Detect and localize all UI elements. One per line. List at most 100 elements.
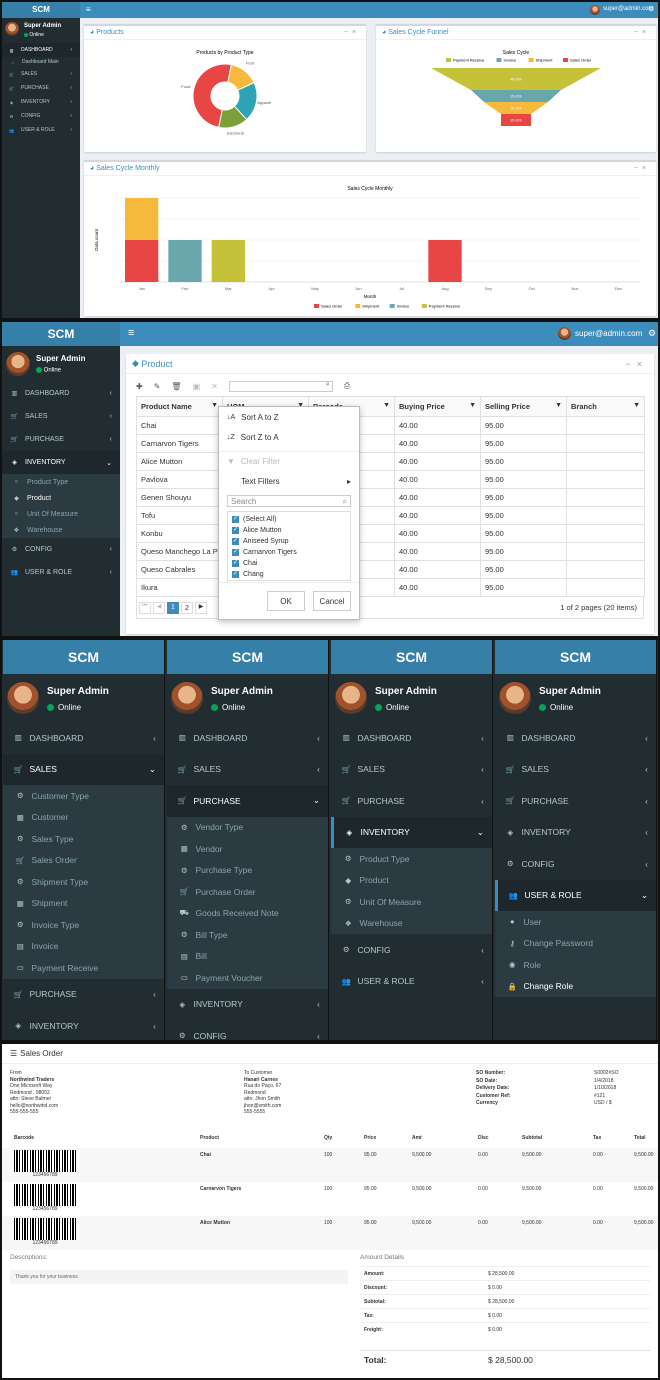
sidebar-item-user-role[interactable]: 👥 USER & ROLE ⌄: [495, 879, 656, 911]
sidebar-item-invoice[interactable]: ▤ Invoice: [3, 936, 164, 958]
table-cell[interactable]: 40.00: [394, 488, 481, 507]
table-cell[interactable]: 95.00: [480, 524, 567, 543]
table-cell[interactable]: Alice Mutton: [136, 452, 223, 471]
checkbox-checked-icon[interactable]: ✓: [232, 571, 239, 578]
sidebar-item-shipment-type[interactable]: ⚙ Shipment Type: [3, 871, 164, 893]
sidebar-item-product[interactable]: ◆ Product: [331, 870, 492, 892]
filter-icon[interactable]: ▼: [211, 402, 218, 409]
sidebar-item-dashboard[interactable]: ▥ DASHBOARD ‹: [495, 722, 656, 754]
checkbox-checked-icon[interactable]: ✓: [232, 538, 239, 545]
sidebar-item-config[interactable]: ⚙ CONFIG ‹: [331, 934, 492, 966]
text-filters-item[interactable]: Text Filters ▸: [219, 471, 359, 491]
table-cell[interactable]: 40.00: [394, 434, 481, 453]
filter-option[interactable]: ✓ Alice Mutton: [232, 525, 346, 536]
pager-next-button[interactable]: ▶: [195, 601, 207, 614]
pager-page-2[interactable]: 2: [181, 601, 193, 614]
sidebar-item-goods-received-note[interactable]: ⛟ Goods Received Note: [167, 903, 328, 925]
table-cell[interactable]: [566, 416, 645, 435]
filter-icon[interactable]: ▼: [469, 402, 476, 409]
sidebar-item-sales[interactable]: 🛒 SALES ‹: [495, 754, 656, 786]
table-cell[interactable]: Konbu: [136, 524, 223, 543]
filter-icon[interactable]: ▼: [383, 402, 390, 409]
table-cell[interactable]: [566, 434, 645, 453]
sidebar-item-dashboard[interactable]: ▥ DASHBOARD ‹: [331, 722, 492, 754]
sidebar-item-product-type[interactable]: ⚙ Product Type: [331, 848, 492, 870]
avatar[interactable]: [558, 327, 571, 340]
sidebar-item-purchase[interactable]: 🛒 PURCHASE ‹: [331, 785, 492, 817]
sidebar-item-payment-voucher[interactable]: ▭ Payment Voucher: [167, 967, 328, 989]
table-cell[interactable]: [566, 452, 645, 471]
table-cell[interactable]: Tofu: [136, 506, 223, 525]
top-user-email[interactable]: super@admin.com: [603, 6, 653, 12]
sidebar-item-inventory[interactable]: ◈ INVENTORY ⌄: [2, 451, 120, 474]
sort-z-a-item[interactable]: ↓Z Sort Z to A: [219, 427, 359, 447]
top-user-email[interactable]: super@admin.com: [575, 329, 642, 338]
sidebar-item-inventory[interactable]: ◈ INVENTORY ‹: [167, 989, 328, 1021]
sidebar-item-sales-order[interactable]: 🛒 Sales Order: [3, 850, 164, 872]
box-controls[interactable]: −×: [634, 29, 650, 36]
sidebar-item-purchase[interactable]: 🛒 PURCHASE ‹: [2, 81, 80, 95]
checkbox-checked-icon[interactable]: ✓: [232, 527, 239, 534]
table-cell[interactable]: 95.00: [480, 542, 567, 561]
cancel-icon[interactable]: ✕: [211, 382, 218, 391]
table-cell[interactable]: [566, 560, 645, 579]
toolbar-search-input[interactable]: ⌕: [228, 380, 333, 392]
table-cell[interactable]: 95.00: [480, 488, 567, 507]
sidebar-item-sales[interactable]: 🛒 SALES ⌄: [3, 753, 164, 785]
sidebar-item-dashboard[interactable]: ▥ DASHBOARD ‹: [3, 722, 164, 754]
add-icon[interactable]: ✚: [136, 382, 143, 391]
column-header[interactable]: Branch ▼: [566, 396, 645, 417]
table-cell[interactable]: [566, 542, 645, 561]
sidebar-item-user-role[interactable]: 👥 USER & ROLE ‹: [331, 966, 492, 998]
brand-logo[interactable]: SCM: [2, 322, 120, 346]
sidebar-item-purchase-type[interactable]: ⚙ Purchase Type: [167, 860, 328, 882]
column-header[interactable]: Selling Price ▼: [480, 396, 567, 417]
filter-option[interactable]: ✓ Chang: [232, 569, 346, 580]
table-cell[interactable]: 40.00: [394, 542, 481, 561]
table-cell[interactable]: 40.00: [394, 470, 481, 489]
sidebar-item-bill[interactable]: ▤ Bill: [167, 946, 328, 968]
table-cell[interactable]: Queso Manchego La Pa: [136, 542, 223, 561]
sidebar-item-inventory[interactable]: ◈ INVENTORY ‹: [2, 95, 80, 109]
table-row[interactable]: Pavlova 40.00 95.00: [136, 470, 645, 489]
save-icon[interactable]: ▣: [193, 382, 201, 391]
sidebar-item-sales[interactable]: 🛒 SALES ‹: [167, 754, 328, 786]
bar[interactable]: [125, 198, 159, 240]
filter-checklist[interactable]: ✓ (Select All) ✓ Alice Mutton ✓ Aniseed Syrup…: [227, 511, 351, 581]
table-cell[interactable]: [566, 488, 645, 507]
print-icon[interactable]: ⎙: [344, 381, 350, 391]
sidebar-item-customer[interactable]: ▦ Customer: [3, 807, 164, 829]
filter-option[interactable]: ✓ Aniseed Syrup: [232, 536, 346, 547]
bar[interactable]: [168, 240, 202, 282]
box-controls[interactable]: −×: [634, 165, 650, 172]
pager-prev-button[interactable]: ◀: [153, 601, 165, 614]
table-cell[interactable]: 40.00: [394, 578, 481, 597]
filter-icon[interactable]: ▼: [555, 402, 562, 409]
sidebar-item-change-password[interactable]: ⚷ Change Password: [495, 933, 656, 955]
hamburger-icon[interactable]: ≡: [86, 5, 91, 14]
sidebar-item-user-role[interactable]: 👥 USER & ROLE ‹: [2, 123, 80, 137]
table-row[interactable]: Genen Shouyu 40.00 95.00: [136, 488, 645, 507]
brand-logo[interactable]: SCM: [167, 640, 328, 674]
delete-icon[interactable]: 🗑: [171, 382, 181, 391]
column-header[interactable]: Buying Price ▼: [394, 396, 481, 417]
sidebar-item-inventory[interactable]: ◈ INVENTORY ‹: [495, 817, 656, 849]
sidebar-item-config[interactable]: ⚙ CONFIG ‹: [2, 109, 80, 123]
brand-logo[interactable]: SCM: [331, 640, 492, 674]
table-cell[interactable]: [566, 578, 645, 597]
table-cell[interactable]: 40.00: [394, 452, 481, 471]
pager-first-button[interactable]: ⏮: [139, 601, 151, 614]
sidebar-item-purchase[interactable]: 🛒 PURCHASE ⌄: [167, 785, 328, 817]
table-cell[interactable]: 95.00: [480, 434, 567, 453]
table-row[interactable]: Queso Manchego La Pa 40.00 95.00: [136, 542, 645, 561]
sort-a-z-item[interactable]: ↓A Sort A to Z: [219, 407, 359, 427]
sidebar-item-purchase[interactable]: 🛒 PURCHASE ‹: [2, 428, 120, 451]
sidebar-item-config[interactable]: ⚙ CONFIG ‹: [2, 538, 120, 561]
sidebar-item-purchase[interactable]: 🛒 PURCHASE ‹: [3, 979, 164, 1011]
sidebar-item-purchase[interactable]: 🛒 PURCHASE ‹: [495, 785, 656, 817]
cancel-button[interactable]: Cancel: [313, 591, 351, 611]
table-cell[interactable]: 95.00: [480, 470, 567, 489]
sidebar-item-user[interactable]: ● User: [495, 911, 656, 933]
table-cell[interactable]: 95.00: [480, 506, 567, 525]
filter-search-input[interactable]: Search ⌕: [227, 495, 351, 507]
